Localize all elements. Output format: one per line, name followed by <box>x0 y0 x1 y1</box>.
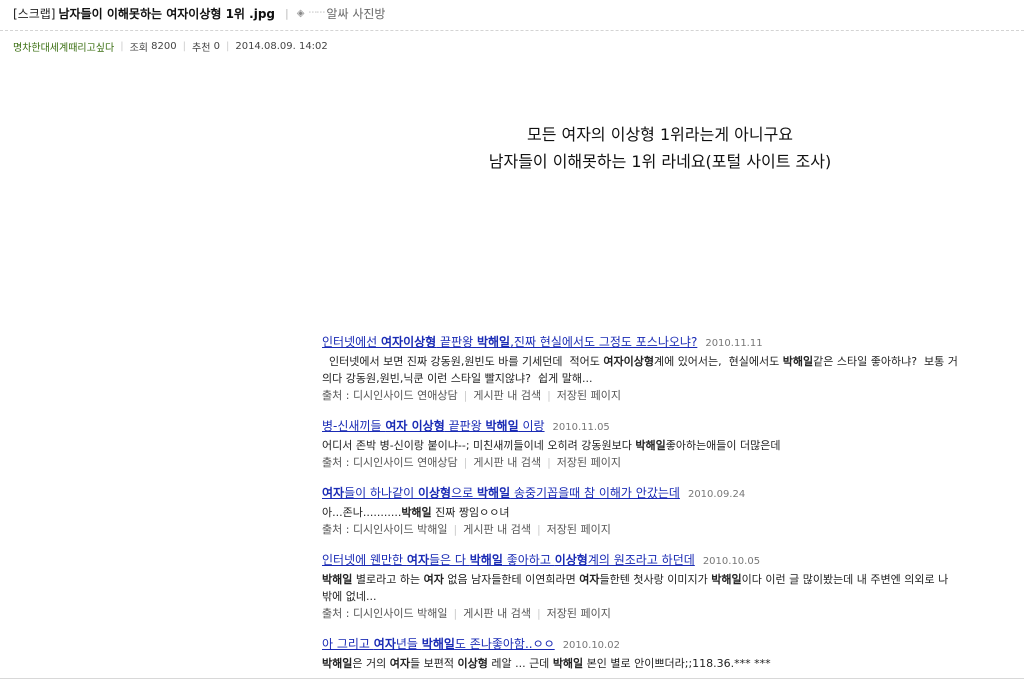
headline-line-1: 모든 여자의 이상형 1위라는게 아니구요 <box>526 125 794 144</box>
source-separator: | <box>453 607 458 620</box>
result-snippet: 박해일은 거의 여자들 보편적 이상형 레알 ... 근데 박해일 본인 별로 … <box>322 657 771 670</box>
result-title-link[interactable]: 병-신새끼들 여자 이상형 끝판왕 박해일 이랑 <box>322 419 545 433</box>
search-result-item: 인터넷에 웬만한 여자들은 다 박해일 좋아하고 이상형계의 원조라고 하던데 2… <box>322 551 958 622</box>
post-headline: 모든 여자의 이상형 1위라는게 아니구요 남자들이 이해못하는 1위 라네요(… <box>440 121 880 175</box>
result-title-link[interactable]: 인터넷에선 여자이상형 끝판왕 박해일,진짜 현실에서도 그정도 포스나오냐? <box>322 335 697 349</box>
result-date: 2010.11.11 <box>705 338 763 349</box>
headline-line-2: 남자들이 이해못하는 1위 라네요(포털 사이트 조사) <box>488 152 832 171</box>
source-separator: | <box>463 389 468 402</box>
views-count: 8200 <box>151 41 177 52</box>
result-title-row: 아 그리고 여자년들 박해일도 존나좋아함..ㅇㅇ 2010.10.02 <box>322 635 958 655</box>
bottom-divider <box>0 678 1024 679</box>
scrap-prefix: [스크랩] <box>13 6 56 21</box>
source-separator: | <box>547 456 551 469</box>
result-snippet: 박해일 별로라고 하는 여자 없음 남자들한테 이연희라면 여자들한텐 첫사랑 … <box>322 573 949 603</box>
meta-separator: | <box>120 41 124 52</box>
author-name[interactable]: 명차한대세계때리고싶다 <box>13 39 114 54</box>
result-source: 출처 : 디시인사이드 연애상담 <box>322 456 458 469</box>
result-date: 2010.10.05 <box>702 556 761 567</box>
result-date: 2010.09.24 <box>687 489 746 500</box>
board-search-link[interactable]: 게시판 내 검색 <box>473 456 541 469</box>
recommend-count: 0 <box>213 41 220 52</box>
board-search-link[interactable]: 게시판 내 검색 <box>463 607 531 620</box>
saved-page-link[interactable]: 저장된 페이지 <box>547 607 611 620</box>
recommend-label: 추천 <box>192 43 211 54</box>
result-title-row: 병-신새끼들 여자 이상형 끝판왕 박해일 이랑 2010.11.05 <box>322 417 958 437</box>
header-separator: | <box>285 6 289 20</box>
post-title: 남자들이 이해못하는 여자이상형 1위 .jpg <box>58 6 275 21</box>
result-source: 출처 : 디시인사이드 박해일 <box>322 523 448 536</box>
source-separator: | <box>453 523 458 536</box>
scrap-post-page: [스크랩] 남자들이 이해못하는 여자이상형 1위 .jpg | ◈ ⋯⋯ 알싸… <box>0 0 1024 681</box>
result-source-row: 출처 : 디시인사이드 연애상담 | 게시판 내 검색 | 저장된 페이지 <box>322 454 958 471</box>
dots-icon: ⋯⋯ <box>308 8 325 18</box>
board-search-link[interactable]: 게시판 내 검색 <box>473 389 541 402</box>
board-link[interactable]: 알싸 사진방 <box>326 5 385 22</box>
result-source-row: 출처 : 디시인사이드 연애상담 | 게시판 내 검색 | 저장된 페이지 <box>322 387 958 404</box>
search-results-list: 인터넷에선 여자이상형 끝판왕 박해일,진짜 현실에서도 그정도 포스나오냐? 2… <box>322 333 958 681</box>
search-result-item: 여자들이 하나같이 이상형으로 박해일 송중기꼽을때 참 이해가 안갔는데 201… <box>322 484 958 538</box>
board-search-link[interactable]: 게시판 내 검색 <box>463 523 531 536</box>
meta-separator: | <box>182 41 186 52</box>
result-date: 2010.10.02 <box>562 640 620 651</box>
search-result-item: 아 그리고 여자년들 박해일도 존나좋아함..ㅇㅇ 2010.10.02 박해일은 … <box>322 635 958 672</box>
result-title-row: 인터넷에 웬만한 여자들은 다 박해일 좋아하고 이상형계의 원조라고 하던데 2… <box>322 551 958 571</box>
views-label: 조회 <box>129 43 148 54</box>
source-separator: | <box>547 389 551 402</box>
header-divider <box>0 30 1024 31</box>
result-title-row: 여자들이 하나같이 이상형으로 박해일 송중기꼽을때 참 이해가 안갔는데 201… <box>322 484 958 504</box>
post-header: [스크랩] 남자들이 이해못하는 여자이상형 1위 .jpg | ◈ ⋯⋯ 알싸… <box>0 0 1024 26</box>
result-title-link[interactable]: 인터넷에 웬만한 여자들은 다 박해일 좋아하고 이상형계의 원조라고 하던데 <box>322 553 695 567</box>
result-source-row: 출처 : 디시인사이드 박해일 | 게시판 내 검색 | 저장된 페이지 <box>322 605 958 622</box>
saved-page-link[interactable]: 저장된 페이지 <box>547 523 611 536</box>
source-separator: | <box>536 523 541 536</box>
result-source: 출처 : 디시인사이드 연애상담 <box>322 389 458 402</box>
post-meta: 명차한대세계때리고싶다 | 조회 8200 | 추천 0 | 2014.08.0… <box>13 39 328 54</box>
saved-page-link[interactable]: 저장된 페이지 <box>557 389 621 402</box>
result-title-link[interactable]: 여자들이 하나같이 이상형으로 박해일 송중기꼽을때 참 이해가 안갔는데 <box>322 486 680 500</box>
result-snippet: 어디서 존박 병-신이랑 붙이냐--; 미친새끼들이네 오히려 강동원보다 박해… <box>322 439 781 452</box>
search-result-item: 인터넷에선 여자이상형 끝판왕 박해일,진짜 현실에서도 그정도 포스나오냐? 2… <box>322 333 958 404</box>
result-snippet: 인터넷에서 보면 진짜 강동원,원빈도 바를 기세던데 적어도 여자이상형계에 … <box>322 355 958 385</box>
source-separator: | <box>463 456 468 469</box>
search-result-item: 병-신새끼들 여자 이상형 끝판왕 박해일 이랑 2010.11.05 어디서 존박… <box>322 417 958 471</box>
result-title-row: 인터넷에선 여자이상형 끝판왕 박해일,진짜 현실에서도 그정도 포스나오냐? 2… <box>322 333 958 353</box>
result-title-link[interactable]: 아 그리고 여자년들 박해일도 존나좋아함..ㅇㅇ <box>322 637 555 651</box>
result-source-row: 출처 : 디시인사이드 박해일 | 게시판 내 검색 | 저장된 페이지 <box>322 521 958 538</box>
post-datetime: 2014.08.09. 14:02 <box>235 41 328 52</box>
diamond-icon: ◈ <box>296 7 305 19</box>
result-snippet: 아...존나...........박해일 진짜 짱임ㅇㅇ녀 <box>322 506 510 519</box>
source-separator: | <box>536 607 541 620</box>
result-date: 2010.11.05 <box>552 422 610 433</box>
meta-separator: | <box>225 41 230 52</box>
saved-page-link[interactable]: 저장된 페이지 <box>557 456 621 469</box>
result-source: 출처 : 디시인사이드 박해일 <box>322 607 448 620</box>
